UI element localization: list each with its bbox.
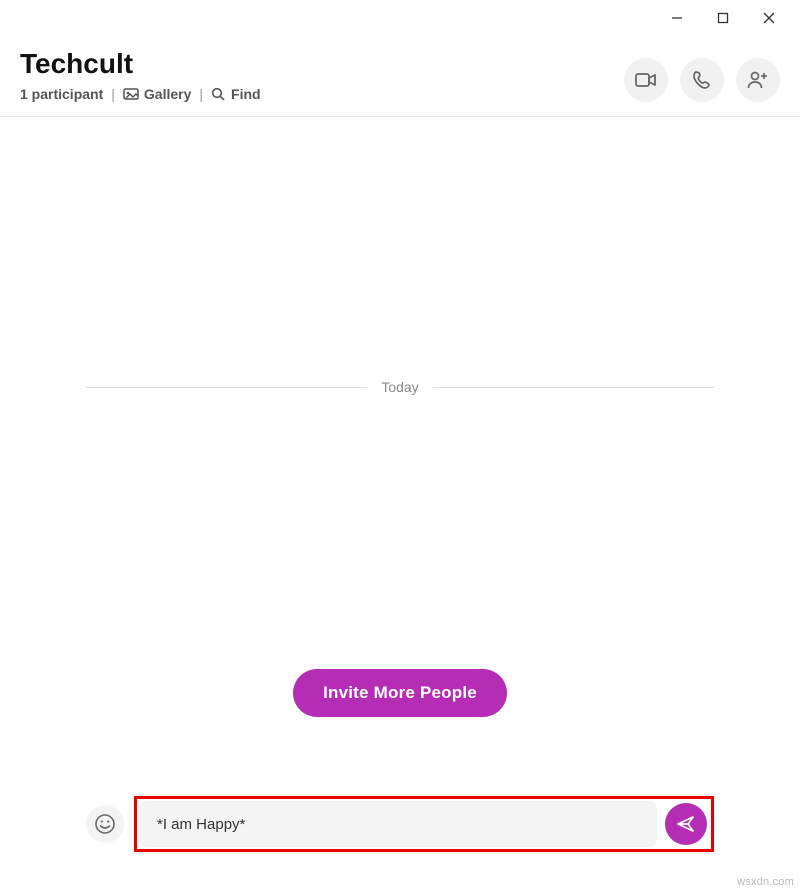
divider-line [86, 387, 367, 388]
invite-more-people-button[interactable]: Invite More People [293, 669, 507, 717]
annotation-highlight [134, 796, 714, 852]
maximize-icon [717, 12, 729, 24]
gallery-button[interactable]: Gallery [123, 86, 191, 102]
video-icon [635, 72, 657, 88]
close-button[interactable] [746, 3, 792, 33]
chat-title: Techcult [20, 48, 261, 80]
window-titlebar [0, 0, 800, 36]
chat-subbar: 1 participant | Gallery | Find [20, 86, 261, 102]
minimize-icon [671, 12, 683, 24]
chat-header-left: Techcult 1 participant | Gallery | Find [20, 48, 261, 102]
date-label: Today [381, 379, 418, 395]
invite-wrap: Invite More People [0, 669, 800, 717]
minimize-button[interactable] [654, 3, 700, 33]
separator: | [111, 86, 115, 102]
phone-icon [692, 70, 712, 90]
gallery-label: Gallery [144, 86, 191, 102]
separator: | [199, 86, 203, 102]
send-button[interactable] [665, 803, 707, 845]
add-people-button[interactable] [736, 58, 780, 102]
video-call-button[interactable] [624, 58, 668, 102]
smile-icon [94, 813, 116, 835]
participants-count[interactable]: 1 participant [20, 86, 103, 102]
close-icon [763, 12, 775, 24]
gallery-icon [123, 87, 139, 101]
maximize-button[interactable] [700, 3, 746, 33]
audio-call-button[interactable] [680, 58, 724, 102]
watermark: wsxdn.com [737, 876, 794, 888]
send-icon [676, 814, 696, 834]
divider-line [433, 387, 714, 388]
emoji-button[interactable] [86, 805, 124, 843]
chat-header: Techcult 1 participant | Gallery | Find [0, 36, 800, 117]
chat-area: Today Invite More People [0, 117, 800, 727]
message-input[interactable] [157, 816, 639, 833]
search-icon [211, 87, 226, 102]
message-input-container[interactable] [139, 801, 657, 847]
person-add-icon [747, 70, 769, 90]
find-label: Find [231, 86, 261, 102]
date-divider: Today [86, 379, 714, 395]
header-actions [624, 48, 780, 102]
find-button[interactable]: Find [211, 86, 261, 102]
message-composer [86, 796, 714, 852]
